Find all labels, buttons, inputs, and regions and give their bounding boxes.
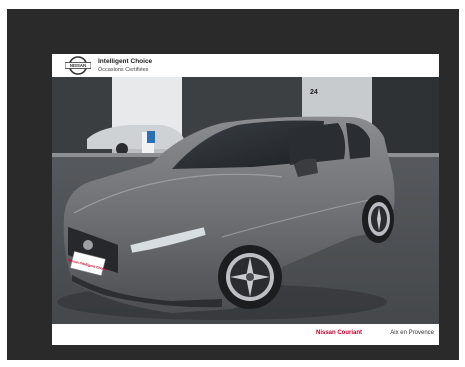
- photo-frame: NISSAN Intelligent Choice Occasions Cert…: [7, 9, 459, 360]
- front-wheel-icon: [218, 245, 282, 309]
- brand-subtitle: Occasions Certifiées: [98, 67, 149, 73]
- dealer-footer: Nissan Couriant Aix en Provence: [52, 324, 439, 345]
- dealer-location: Aix en Provence: [390, 330, 434, 336]
- brand-title: Intelligent Choice: [98, 58, 153, 65]
- nissan-logo-icon: NISSAN: [65, 56, 91, 75]
- car-photo: 24 Nissan Intelligent Choice: [52, 77, 439, 324]
- brand-text: Intelligent Choice Occasions Certifiées: [98, 57, 152, 75]
- dealer-name: Nissan Couriant: [315, 330, 362, 336]
- listing-card: NISSAN Intelligent Choice Occasions Cert…: [52, 54, 439, 345]
- logo-text: NISSAN: [70, 63, 86, 68]
- car-front-window: [288, 123, 346, 165]
- sign-blue: [147, 131, 155, 143]
- rear-wheel-icon: [362, 195, 394, 243]
- badge-icon: [83, 240, 93, 250]
- brand-header: NISSAN Intelligent Choice Occasions Cert…: [52, 54, 439, 77]
- building-number: 24: [310, 89, 318, 96]
